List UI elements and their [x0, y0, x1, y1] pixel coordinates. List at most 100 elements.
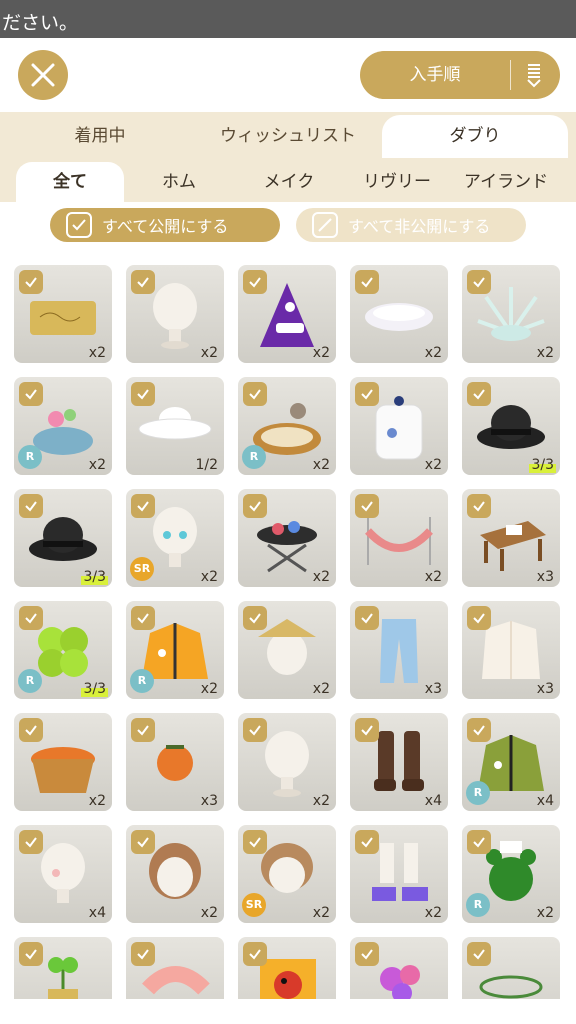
- item-card-black-bowler-hat[interactable]: 3/3: [462, 377, 560, 475]
- item-card-flower-bouquet[interactable]: [350, 937, 448, 999]
- item-card-white-spiky-plant[interactable]: x2: [462, 265, 560, 363]
- item-card-short-brown-hair[interactable]: SR x2: [238, 825, 336, 923]
- checkbox-icon[interactable]: [19, 270, 43, 294]
- item-card-purple-monster[interactable]: x2: [238, 265, 336, 363]
- checkbox-icon[interactable]: [19, 942, 43, 966]
- item-count: x2: [312, 457, 330, 473]
- checkbox-icon[interactable]: [243, 830, 267, 854]
- checkbox-icon[interactable]: [467, 830, 491, 854]
- checkbox-icon[interactable]: [19, 606, 43, 630]
- item-card-blush-head[interactable]: x4: [14, 825, 112, 923]
- checkbox-icon[interactable]: [355, 830, 379, 854]
- subtab-livly[interactable]: リヴリー: [344, 162, 450, 202]
- make-all-private-button[interactable]: すべて非公開にする: [296, 208, 526, 242]
- checkbox-icon[interactable]: [131, 718, 155, 742]
- rarity-badge: R: [466, 781, 490, 805]
- subtab-label: リヴリー: [363, 172, 431, 192]
- tab-duplicates[interactable]: ダブり: [382, 115, 568, 158]
- tab-wishlist[interactable]: ウィッシュリスト: [198, 115, 378, 158]
- checkbox-icon[interactable]: [131, 270, 155, 294]
- item-card-green-jacket[interactable]: Rx4: [462, 713, 560, 811]
- rarity-badge: R: [242, 445, 266, 469]
- item-card-white-head[interactable]: x2: [126, 265, 224, 363]
- checkbox-icon[interactable]: [467, 718, 491, 742]
- item-card-persimmon[interactable]: x3: [126, 713, 224, 811]
- item-card-bbq-grill[interactable]: x2: [238, 489, 336, 587]
- checkbox-icon[interactable]: [19, 494, 43, 518]
- checkbox-icon[interactable]: [243, 606, 267, 630]
- item-count: x2: [88, 457, 106, 473]
- checkbox-icon[interactable]: [243, 718, 267, 742]
- item-card-straw-hat-head[interactable]: x2: [238, 601, 336, 699]
- item-card-persimmon-basket[interactable]: x2: [14, 713, 112, 811]
- item-card-white-jar[interactable]: x2: [350, 377, 448, 475]
- checkbox-icon[interactable]: [467, 270, 491, 294]
- checkbox-icon[interactable]: [355, 270, 379, 294]
- item-card-orange-jacket[interactable]: Rx2: [126, 601, 224, 699]
- close-button[interactable]: [18, 50, 68, 100]
- checkbox-icon[interactable]: [19, 830, 43, 854]
- item-count: x3: [536, 569, 554, 585]
- item-card-sneakers[interactable]: x2: [350, 825, 448, 923]
- checkbox-icon[interactable]: [467, 494, 491, 518]
- checkbox-icon[interactable]: [131, 382, 155, 406]
- checkbox-icon[interactable]: [243, 494, 267, 518]
- item-card-blue-eye-head[interactable]: SR x2: [126, 489, 224, 587]
- item-card-green-bear[interactable]: Rx2: [462, 825, 560, 923]
- item-card-white-cardigan[interactable]: x3: [462, 601, 560, 699]
- checkbox-icon[interactable]: [467, 606, 491, 630]
- item-card-brown-hair[interactable]: x2: [126, 825, 224, 923]
- item-card-gold-card[interactable]: x2: [14, 265, 112, 363]
- item-card-ladybug-sign[interactable]: [238, 937, 336, 999]
- item-card-hammock[interactable]: x2: [350, 489, 448, 587]
- item-card-shrimp[interactable]: [126, 937, 224, 999]
- checkbox-icon[interactable]: [131, 942, 155, 966]
- item-card-black-bowler-hat[interactable]: 3/3: [14, 489, 112, 587]
- checkbox-icon[interactable]: [355, 718, 379, 742]
- item-card-white-dish[interactable]: x2: [350, 265, 448, 363]
- item-card-sprout-pot[interactable]: [14, 937, 112, 999]
- checkbox-icon[interactable]: [131, 494, 155, 518]
- subtab-island[interactable]: アイランド: [450, 162, 562, 202]
- make-all-public-button[interactable]: すべて公開にする: [50, 208, 280, 242]
- checkbox-icon[interactable]: [19, 718, 43, 742]
- rarity-badge: R: [18, 669, 42, 693]
- item-count: x3: [200, 793, 218, 809]
- item-card-flower-turtle[interactable]: Rx2: [14, 377, 112, 475]
- checkbox-icon[interactable]: [243, 382, 267, 406]
- item-grid: x2 x2 x2 x2 x2 Rx2 1/2 Rx2 x2 3/3 3/3 SR x2 x2 x2 x3 R 3/…: [0, 254, 576, 999]
- checkbox-icon[interactable]: [355, 382, 379, 406]
- checkbox-icon[interactable]: [355, 606, 379, 630]
- checkbox-icon[interactable]: [131, 830, 155, 854]
- checkbox-icon[interactable]: [19, 382, 43, 406]
- item-count: x3: [536, 681, 554, 697]
- item-card-bunny-bed[interactable]: Rx2: [238, 377, 336, 475]
- item-card-blue-jeans[interactable]: x3: [350, 601, 448, 699]
- filter-tabs: 全て ホム メイク リヴリー アイランド: [0, 158, 576, 202]
- item-card-leaf-crown[interactable]: [462, 937, 560, 999]
- checkbox-icon[interactable]: [243, 270, 267, 294]
- item-card-green-clover[interactable]: R 3/3: [14, 601, 112, 699]
- sort-button[interactable]: 入手順: [360, 51, 560, 99]
- item-card-brown-boots[interactable]: x4: [350, 713, 448, 811]
- checkbox-icon[interactable]: [467, 382, 491, 406]
- rarity-badge: SR: [242, 893, 266, 917]
- divider: [510, 60, 511, 90]
- checkbox-icon[interactable]: [467, 942, 491, 966]
- rarity-badge: R: [130, 669, 154, 693]
- subtab-home[interactable]: ホム: [124, 162, 234, 202]
- subtab-label: ホム: [162, 172, 196, 192]
- item-card-wood-table[interactable]: x3: [462, 489, 560, 587]
- item-card-white-head[interactable]: x2: [238, 713, 336, 811]
- item-card-white-hat[interactable]: 1/2: [126, 377, 224, 475]
- checkbox-icon[interactable]: [131, 606, 155, 630]
- checkbox-icon[interactable]: [243, 942, 267, 966]
- item-count: 1/2: [195, 457, 218, 473]
- rarity-badge: R: [466, 893, 490, 917]
- checkbox-icon[interactable]: [355, 494, 379, 518]
- tab-wearing[interactable]: 着用中: [20, 115, 180, 158]
- subtab-makeup[interactable]: メイク: [234, 162, 344, 202]
- subtab-all[interactable]: 全て: [16, 162, 124, 202]
- item-count: x2: [312, 793, 330, 809]
- checkbox-icon[interactable]: [355, 942, 379, 966]
